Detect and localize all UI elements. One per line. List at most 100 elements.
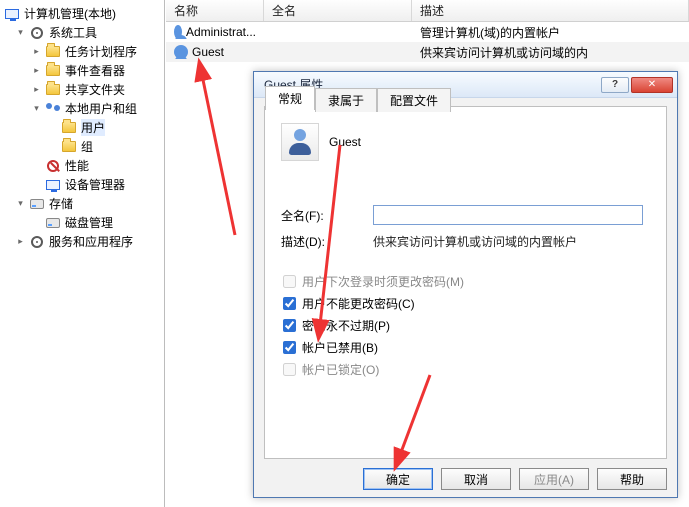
tree-item[interactable]: ▾ 本地用户和组 [2, 99, 162, 118]
tree-toggle-icon[interactable]: ▾ [32, 104, 41, 113]
tab-panel: 常规隶属于配置文件 Guest 全名(F): 描述(D): 供来宾访问计算机或访… [264, 106, 667, 459]
fullname-label: 全名(F): [281, 207, 365, 224]
dialog-body: Guest 全名(F): 描述(D): 供来宾访问计算机或访问域的内置帐户 用户… [275, 117, 656, 448]
checkbox-label: 用户下次登录时须更改密码(M) [302, 273, 464, 290]
tree-item-label: 服务和应用程序 [49, 233, 133, 250]
gear-icon [29, 234, 45, 250]
tree-toggle-icon[interactable]: ▸ [32, 66, 41, 75]
tree-item[interactable]: 磁盘管理 [2, 213, 162, 232]
nav-tree: 计算机管理(本地) ▾ 系统工具 ▸ 任务计划程序 ▸ 事件查看器 ▸ 共享文件夹 ▾ 本地用户和… [0, 0, 165, 507]
cell-name: Administrat... [166, 25, 264, 39]
table-row[interactable]: Administrat... 管理计算机(域)的内置帐户 [166, 22, 689, 42]
cell-desc: 管理计算机(域)的内置帐户 [412, 24, 689, 41]
folder-icon [45, 44, 61, 60]
cell-name: Guest [166, 45, 264, 59]
properties-dialog: Guest 属性 ? ✕ 常规隶属于配置文件 Guest 全名(F): 描述(D… [253, 71, 678, 498]
desc-value: 供来宾访问计算机或访问域的内置帐户 [373, 233, 577, 250]
tree-item[interactable]: ▸ 服务和应用程序 [2, 232, 162, 251]
tree-root-label: 计算机管理(本地) [24, 5, 116, 22]
cell-desc: 供来宾访问计算机或访问域的内 [412, 44, 689, 61]
computer-icon [4, 6, 20, 22]
disk-icon [29, 196, 45, 212]
tree-item-label: 设备管理器 [65, 176, 125, 193]
window-buttons: ? ✕ [601, 77, 673, 93]
fullname-input[interactable] [373, 205, 643, 225]
list-header: 名称 全名 描述 [166, 0, 689, 22]
tree-toggle-icon[interactable] [48, 142, 57, 151]
tree-item[interactable]: ▸ 事件查看器 [2, 61, 162, 80]
tree-root[interactable]: 计算机管理(本地) [2, 4, 162, 23]
tree-item-label: 组 [81, 138, 93, 155]
checkbox-row[interactable]: 用户不能更改密码(C) [283, 295, 415, 312]
tree-item-label: 任务计划程序 [65, 43, 137, 60]
tab[interactable]: 常规 [265, 86, 315, 110]
tree-toggle-icon[interactable]: ▸ [32, 85, 41, 94]
tree-item-label: 磁盘管理 [65, 214, 113, 231]
checkbox-label: 帐户已锁定(O) [302, 361, 379, 378]
checkbox-row[interactable]: 帐户已禁用(B) [283, 339, 378, 356]
checkbox-row: 帐户已锁定(O) [283, 361, 379, 378]
checkbox-label: 用户不能更改密码(C) [302, 295, 415, 312]
tree-item[interactable]: 组 [2, 137, 162, 156]
checkbox[interactable] [283, 297, 296, 310]
desc-label: 描述(D): [281, 233, 365, 250]
help-button-footer[interactable]: 帮助 [597, 468, 667, 490]
tree-toggle-icon[interactable]: ▾ [16, 199, 25, 208]
table-row[interactable]: Guest 供来宾访问计算机或访问域的内 [166, 42, 689, 62]
tree-item-label: 系统工具 [49, 24, 97, 41]
tab[interactable]: 隶属于 [315, 88, 377, 112]
tree-item[interactable]: ▸ 共享文件夹 [2, 80, 162, 99]
close-button[interactable]: ✕ [631, 77, 673, 93]
users-icon [45, 101, 61, 117]
dialog-username: Guest [329, 135, 361, 149]
tree-toggle-icon[interactable] [32, 218, 41, 227]
ok-button[interactable]: 确定 [363, 468, 433, 490]
folder-icon [61, 139, 77, 155]
tree-toggle-icon[interactable] [32, 161, 41, 170]
tree-item-label: 性能 [65, 157, 89, 174]
folder-icon [61, 120, 77, 136]
disk-icon [45, 215, 61, 231]
checkbox-label: 密码永不过期(P) [302, 317, 390, 334]
checkbox-label: 帐户已禁用(B) [302, 339, 378, 356]
checkbox[interactable] [283, 319, 296, 332]
tree-item[interactable]: ▸ 任务计划程序 [2, 42, 162, 61]
checkbox[interactable] [283, 341, 296, 354]
checkbox-row[interactable]: 密码永不过期(P) [283, 317, 390, 334]
checkbox [283, 275, 296, 288]
tree-item-label: 共享文件夹 [65, 81, 125, 98]
checkbox-row: 用户下次登录时须更改密码(M) [283, 273, 464, 290]
tree-toggle-icon[interactable] [48, 123, 57, 132]
apply-button[interactable]: 应用(A) [519, 468, 589, 490]
tree-item[interactable]: 性能 [2, 156, 162, 175]
user-icon [174, 25, 182, 39]
help-button[interactable]: ? [601, 77, 629, 93]
col-desc[interactable]: 描述 [412, 0, 689, 21]
tree-toggle-icon[interactable]: ▸ [16, 237, 25, 246]
tree-toggle-icon[interactable]: ▾ [16, 28, 25, 37]
folder-icon [45, 82, 61, 98]
tree-item-label: 事件查看器 [65, 62, 125, 79]
tree-toggle-icon[interactable] [32, 180, 41, 189]
tree-item[interactable]: ▾ 系统工具 [2, 23, 162, 42]
user-icon [174, 45, 188, 59]
folder-icon [45, 63, 61, 79]
tree-item[interactable]: ▾ 存储 [2, 194, 162, 213]
tab[interactable]: 配置文件 [377, 88, 451, 112]
tree-item-label: 用户 [81, 119, 105, 136]
dialog-footer: 确定 取消 应用(A) 帮助 [254, 461, 677, 497]
col-fullname[interactable]: 全名 [264, 0, 412, 21]
cancel-button[interactable]: 取消 [441, 468, 511, 490]
col-name[interactable]: 名称 [166, 0, 264, 21]
tree-item-label: 本地用户和组 [65, 100, 137, 117]
tree-item[interactable]: 设备管理器 [2, 175, 162, 194]
gear-icon [29, 25, 45, 41]
tree-item[interactable]: 用户 [2, 118, 162, 137]
tabstrip: 常规隶属于配置文件 [265, 86, 451, 110]
checkbox [283, 363, 296, 376]
noentry-icon [45, 158, 61, 174]
monitor-icon [45, 177, 61, 193]
tree-item-label: 存储 [49, 195, 73, 212]
user-avatar-icon [281, 123, 319, 161]
tree-toggle-icon[interactable]: ▸ [32, 47, 41, 56]
